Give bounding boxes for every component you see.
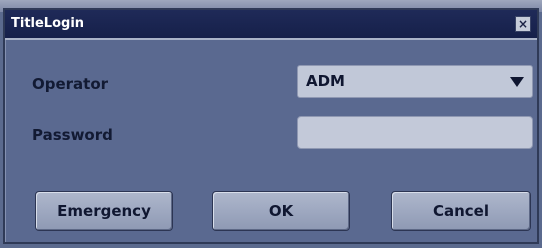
operator-label: Operator [32,75,109,93]
dialog-title: TitleLogin [11,16,85,31]
title-bar: TitleLogin × [5,10,537,40]
emergency-button-label: Emergency [57,202,151,220]
operator-selected-value: ADM [306,72,345,90]
ok-button[interactable]: OK [212,191,350,231]
password-label: Password [32,126,113,144]
cancel-button-label: Cancel [432,202,489,220]
cancel-button[interactable]: Cancel [391,191,531,231]
close-button[interactable]: × [515,16,531,32]
login-dialog: TitleLogin × Operator ADM Password Emerg… [3,8,539,244]
close-icon: × [517,17,529,31]
ok-button-label: OK [268,202,294,220]
operator-dropdown-button[interactable] [503,67,531,96]
emergency-button[interactable]: Emergency [35,191,173,231]
operator-select[interactable]: ADM [297,65,533,98]
password-input[interactable] [297,116,533,149]
chevron-down-icon [510,76,524,87]
